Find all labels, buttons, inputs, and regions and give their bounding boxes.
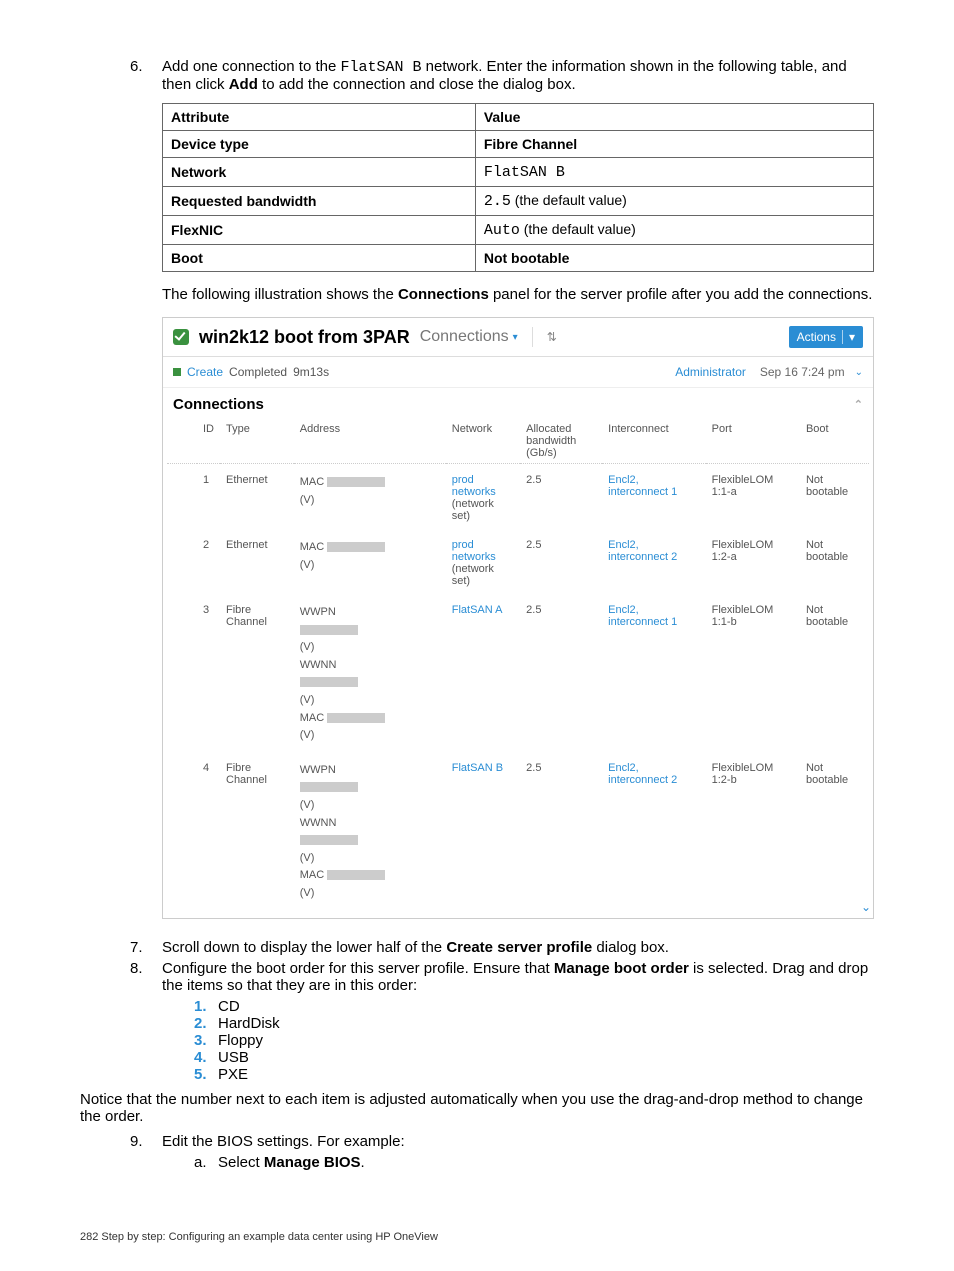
illustration-caption: The following illustration shows the Con…	[162, 286, 874, 303]
col-value: Value	[475, 104, 873, 131]
col-attribute: Attribute	[163, 104, 476, 131]
table-row: 2 Ethernet MAC (V) prod networks(network…	[167, 529, 869, 594]
connections-table: ID Type Address Network Allocated bandwi…	[167, 419, 869, 910]
collapse-icon[interactable]: ⌃	[854, 398, 863, 411]
step-7: 7. Scroll down to display the lower half…	[130, 939, 874, 956]
table-row: 3 Fibre Channel WWPN(V) WWNN(V) MAC (V) …	[167, 594, 869, 752]
view-icon[interactable]: ⇅	[547, 330, 555, 344]
step-number: 6.	[130, 58, 162, 93]
step-8: 8. Configure the boot order for this ser…	[130, 960, 874, 994]
attribute-table-wrap: Attribute Value Device typeFibre Channel…	[162, 103, 874, 919]
step-8-note: Notice that the number next to each item…	[80, 1091, 874, 1125]
connections-panel-screenshot: win2k12 boot from 3PAR Connections ▾ ⇅ A…	[162, 317, 874, 919]
scroll-down-icon[interactable]: ⌄	[861, 900, 871, 914]
connections-heading: Connections ⌃	[163, 388, 873, 419]
panel-header: win2k12 boot from 3PAR Connections ▾ ⇅ A…	[163, 318, 873, 357]
section-dropdown[interactable]: Connections ▾	[420, 328, 518, 346]
table-row: 1 Ethernet MAC (V) prod networks(network…	[167, 464, 869, 529]
step-9: 9. Edit the BIOS settings. For example:	[130, 1133, 874, 1150]
actions-button[interactable]: Actions ▾	[789, 326, 863, 348]
step-body: Add one connection to the FlatSAN B netw…	[162, 58, 874, 93]
chevron-down-icon: ▾	[513, 332, 518, 343]
activity-status-row: Create Completed 9m13s Administrator Sep…	[163, 357, 873, 388]
chevron-down-icon[interactable]: ⌄	[855, 367, 863, 378]
flatsan-b-code: FlatSAN B	[340, 59, 421, 76]
attribute-table: Attribute Value Device typeFibre Channel…	[162, 103, 874, 272]
page-footer: 282 Step by step: Configuring an example…	[80, 1231, 438, 1243]
step-9a: a. Select Manage BIOS.	[194, 1154, 874, 1171]
create-link[interactable]: Create	[187, 365, 223, 379]
status-ok-icon	[173, 329, 189, 345]
chevron-down-icon: ▾	[849, 330, 855, 344]
boot-order-list: 1.CD 2.HardDisk 3.Floppy 4.USB 5.PXE	[194, 998, 874, 1083]
table-row: 4 Fibre Channel WWPN(V) WWNN(V) MAC (V) …	[167, 751, 869, 909]
step-6: 6. Add one connection to the FlatSAN B n…	[130, 58, 874, 93]
profile-title: win2k12 boot from 3PAR	[199, 327, 410, 348]
status-square-icon	[173, 368, 181, 376]
user-link[interactable]: Administrator	[675, 365, 746, 379]
